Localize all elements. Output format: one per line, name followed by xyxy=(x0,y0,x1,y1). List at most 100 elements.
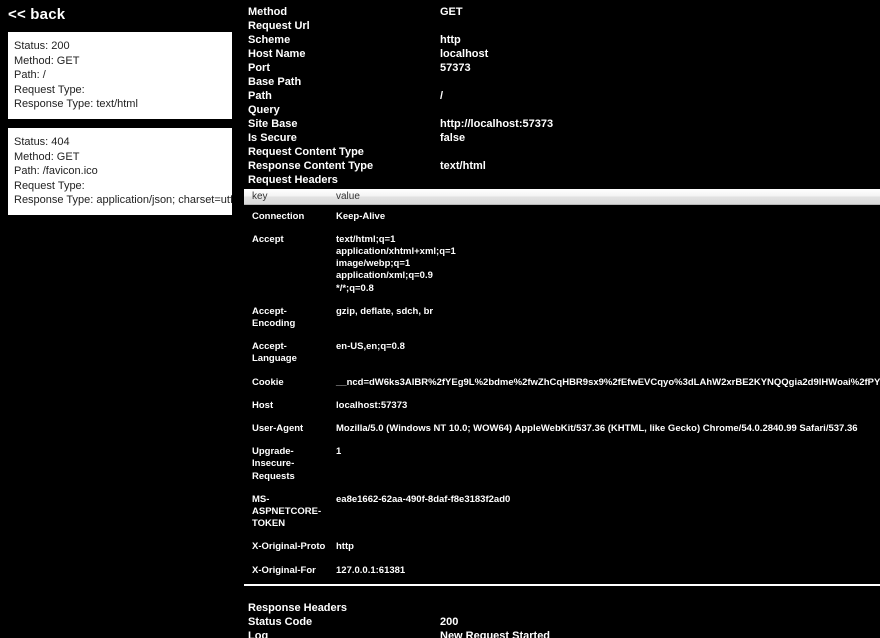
summary-row: Method GET xyxy=(244,5,880,19)
summary-value: false xyxy=(440,132,466,144)
request-detail-pane: Method GET Request Url Scheme http Host Name l… xyxy=(244,0,880,638)
request-summary-list: Method GET Request Url Scheme http Host Name l… xyxy=(244,0,880,187)
summary-label: Request Headers xyxy=(248,174,338,186)
header-value-line: text/html;q=1 xyxy=(336,233,396,245)
log-label: Log xyxy=(248,629,269,638)
table-row: MS-ASPNETCORE-TOKEN ea8e1662-62aa-490f-8d… xyxy=(244,487,880,536)
summary-row: Response Content Type text/html xyxy=(244,159,880,173)
response-headers-row: Response Headers xyxy=(244,601,880,615)
summary-value: localhost xyxy=(440,48,489,60)
table-row: Accept text/html;q=1 application/xhtml+xml… xyxy=(244,227,880,300)
header-key-cell: Accept-Language xyxy=(244,335,328,371)
summary-value: GET xyxy=(440,6,463,18)
summary-row: Request Url xyxy=(244,19,880,33)
header-value-cell: en-US,en;q=0.8 xyxy=(328,335,880,371)
response-footer: Response Headers Status Code 200 Log New… xyxy=(244,601,880,638)
header-key-cell: Upgrade-Insecure-Requests xyxy=(244,440,328,488)
log-lines: New Request StartedRoot path was called[… xyxy=(440,629,744,638)
header-value-line: application/xml;q=0.9 xyxy=(336,270,433,282)
table-row: X-Original-Proto http xyxy=(244,535,880,559)
header-value-cell: 1 xyxy=(328,440,880,488)
summary-label: Base Path xyxy=(248,76,302,88)
header-key-cell: Host xyxy=(244,393,328,417)
header-value-cell: Mozilla/5.0 (Windows NT 10.0; WOW64) App… xyxy=(328,416,880,441)
status-code-label: Status Code xyxy=(248,615,313,628)
table-row: Connection Keep-Alive xyxy=(244,204,880,228)
header-key-cell: Accept-Encoding xyxy=(244,299,328,336)
table-row: X-Original-For 127.0.0.1:61381 xyxy=(244,558,880,584)
summary-value: http://localhost:57373 xyxy=(440,118,554,130)
header-value-cell: Keep-Alive xyxy=(328,204,880,228)
column-header-key[interactable]: key xyxy=(244,189,328,205)
header-value-cell: ea8e1662-62aa-490f-8daf-f8e3183f2ad0 xyxy=(328,487,880,536)
summary-row: Request Headers xyxy=(244,173,880,187)
back-link[interactable]: << back xyxy=(8,5,78,25)
header-value-cell: localhost:57373 xyxy=(328,393,880,417)
summary-label: Port xyxy=(248,62,270,74)
summary-row: Base Path xyxy=(244,75,880,89)
summary-label: Site Base xyxy=(248,118,298,130)
header-value-line: localhost:57373 xyxy=(336,399,408,411)
summary-label: Response Content Type xyxy=(248,160,374,172)
request-card-method: Method: GET xyxy=(14,150,80,163)
response-headers-label: Response Headers xyxy=(248,601,348,614)
header-value-line: http xyxy=(336,541,354,553)
header-value-cell: text/html;q=1 application/xhtml+xml;q=1 im… xyxy=(328,227,880,300)
column-header-value[interactable]: value xyxy=(328,189,880,205)
header-value-line: 127.0.0.1:61381 xyxy=(336,564,406,576)
summary-row: Path / xyxy=(244,89,880,103)
summary-row: Query xyxy=(244,103,880,117)
request-headers-table: key value Connection Keep-Alive Accept text… xyxy=(244,189,880,584)
table-row: Upgrade-Insecure-Requests 1 xyxy=(244,440,880,488)
header-value-line: Keep-Alive xyxy=(336,210,386,222)
request-card-status: Status: 404 xyxy=(14,135,70,148)
log-line: New Request Started xyxy=(440,629,551,638)
status-code-row: Status Code 200 xyxy=(244,615,880,629)
header-value-line: gzip, deflate, sdch, br xyxy=(336,305,434,317)
summary-value: / xyxy=(440,90,444,102)
summary-row: Request Content Type xyxy=(244,145,880,159)
summary-row: Scheme http xyxy=(244,33,880,47)
table-row: Accept-Encoding gzip, deflate, sdch, br xyxy=(244,299,880,336)
table-row: User-Agent Mozilla/5.0 (Windows NT 10.0; … xyxy=(244,416,880,441)
header-key-cell: X-Original-For xyxy=(244,558,328,584)
table-row: Cookie __ncd=dW6ks3AIBR%2fYEg9L%2bdme%2fw… xyxy=(244,370,880,394)
header-value-line: image/webp;q=1 xyxy=(336,258,411,270)
header-value-line: 1 xyxy=(336,446,342,458)
header-value-cell: __ncd=dW6ks3AIBR%2fYEg9L%2bdme%2fwZhCqHB… xyxy=(328,370,880,394)
table-row: Accept-Language en-US,en;q=0.8 xyxy=(244,335,880,371)
summary-label: Is Secure xyxy=(248,132,297,144)
summary-value: http xyxy=(440,34,461,46)
request-card-request-type: Request Type: xyxy=(14,179,85,192)
header-key-cell: Connection xyxy=(244,204,328,228)
summary-label: Request Content Type xyxy=(248,146,364,158)
summary-label: Request Url xyxy=(248,20,310,32)
summary-row: Host Name localhost xyxy=(244,47,880,61)
header-key-cell: User-Agent xyxy=(244,416,328,441)
header-value-line: Mozilla/5.0 (Windows NT 10.0; WOW64) App… xyxy=(336,422,858,434)
request-card[interactable]: Status: 404 Method: GET Path: /favicon.ico… xyxy=(8,127,232,215)
request-card-path: Path: /favicon.ico xyxy=(14,165,98,178)
summary-value: text/html xyxy=(440,160,486,172)
request-headers-table-container: key value Connection Keep-Alive Accept text… xyxy=(244,187,880,586)
header-value-cell: 127.0.0.1:61381 xyxy=(328,558,880,584)
summary-row: Port 57373 xyxy=(244,61,880,75)
header-key-cell: Accept xyxy=(244,227,328,300)
request-card-response-type: Response Type: application/json; charset… xyxy=(14,194,232,207)
header-value-cell: http xyxy=(328,535,880,559)
request-card[interactable]: Status: 200 Method: GET Path: / Request Typ… xyxy=(8,32,232,119)
summary-row: Site Base http://localhost:57373 xyxy=(244,117,880,131)
request-card-request-type: Request Type: xyxy=(14,83,85,96)
table-head: key value xyxy=(244,189,880,205)
request-list-sidebar: << back Status: 200 Method: GET Path: / Req… xyxy=(0,0,244,638)
summary-value: 57373 xyxy=(440,62,471,74)
summary-label: Query xyxy=(248,104,280,116)
request-card-response-type: Response Type: text/html xyxy=(14,98,138,111)
request-card-status: Status: 200 xyxy=(14,40,70,52)
request-card-list: Status: 200 Method: GET Path: / Request Typ… xyxy=(0,32,244,215)
header-key-cell: Cookie xyxy=(244,370,328,394)
header-key-cell: X-Original-Proto xyxy=(244,535,328,559)
header-key-cell: MS-ASPNETCORE-TOKEN xyxy=(244,487,328,536)
status-code-value: 200 xyxy=(440,615,459,628)
header-value-line: application/xhtml+xml;q=1 xyxy=(336,245,456,257)
